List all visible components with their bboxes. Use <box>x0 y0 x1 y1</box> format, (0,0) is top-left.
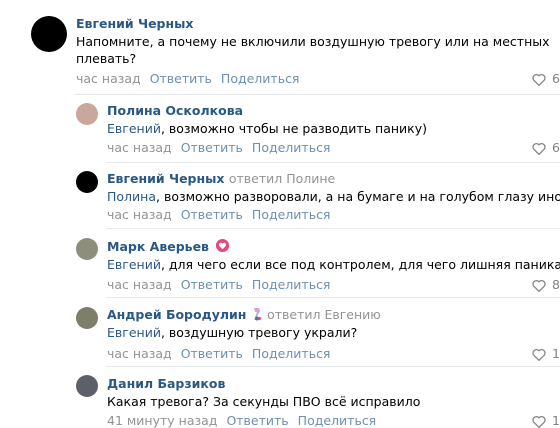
comment-author: Евгений Черных ответил Полине <box>107 171 335 186</box>
like-count: 6 <box>552 140 560 155</box>
donut-badge-icon <box>216 238 230 253</box>
heart-icon <box>532 142 546 155</box>
heart-icon <box>532 415 546 428</box>
comment-text-body: , возможно чтобы не разводить панику) <box>160 121 427 136</box>
comment-item: Евгений Черных Напомните, а почему не вк… <box>0 0 560 96</box>
like-button[interactable]: 1 <box>524 346 560 361</box>
share-link[interactable]: Поделиться <box>298 413 377 428</box>
comment-time[interactable]: час назад <box>107 346 172 361</box>
share-link[interactable]: Поделиться <box>252 277 331 292</box>
comment-author-link[interactable]: Марк Аверьев <box>107 239 209 254</box>
like-button[interactable]: 8 <box>524 277 560 292</box>
comment-author[interactable]: Данил Барзиков <box>107 376 225 391</box>
avatar[interactable] <box>76 103 98 125</box>
reply-link[interactable]: Ответить <box>181 140 243 155</box>
like-button[interactable]: 6 <box>524 71 560 86</box>
avatar[interactable] <box>76 375 98 397</box>
mention-link[interactable]: Евгений <box>107 257 161 272</box>
comment-time[interactable]: час назад <box>107 207 172 222</box>
comment-item: Полина Осколкова Евгений, возможно чтобы… <box>0 96 560 162</box>
avatar[interactable] <box>76 238 98 260</box>
avatar[interactable] <box>76 307 98 329</box>
reply-link[interactable]: Ответить <box>150 71 212 86</box>
comment-meta: час назад Ответить Поделиться <box>107 140 339 155</box>
comment-meta: 41 минуту назад Ответить Поделиться <box>107 413 385 428</box>
mention-link[interactable]: Полина <box>107 189 156 204</box>
heart-icon <box>532 73 546 86</box>
reply-link[interactable]: Ответить <box>181 277 243 292</box>
comment-text: Полина, возможно разворовали, а на бумаг… <box>107 188 560 205</box>
comment-item: Евгений Черных ответил Полине Полина, во… <box>0 163 560 228</box>
comment-item: Данил Барзиков Какая тревога? За секунды… <box>0 367 560 428</box>
avatar[interactable] <box>31 16 67 52</box>
like-button[interactable]: 1 <box>524 413 560 428</box>
comment-author[interactable]: Полина Осколкова <box>107 103 243 118</box>
comment-text: Какая тревога? За секунды ПВО всё исправ… <box>107 394 421 409</box>
like-count: 6 <box>552 71 560 86</box>
share-link[interactable]: Поделиться <box>221 71 300 86</box>
mention-link[interactable]: Евгений <box>107 325 161 340</box>
like-button[interactable]: 6 <box>524 140 560 155</box>
comment-text: Евгений, воздушную тревогу украли? <box>107 324 357 341</box>
comment-text-line: Напомните, а почему не включили воздушну… <box>76 34 550 49</box>
comment-meta: час назад Ответить Поделиться <box>76 71 308 86</box>
replied-to[interactable]: ответил Евгению <box>267 307 381 322</box>
avatar[interactable] <box>76 171 98 193</box>
heart-icon <box>532 279 546 292</box>
comment-text-body: , для чего если все под контролем, для ч… <box>160 257 560 272</box>
comment-meta: час назад Ответить Поделиться <box>107 207 339 222</box>
comment-meta: час назад Ответить Поделиться <box>107 346 339 361</box>
comment-time[interactable]: час назад <box>107 277 172 292</box>
reply-link[interactable]: Ответить <box>226 413 288 428</box>
comment-item: Андрей Бородулин ответил Евгению Евгений… <box>0 298 560 364</box>
reply-link[interactable]: Ответить <box>181 346 243 361</box>
mention-link[interactable]: Евгений <box>107 121 161 136</box>
comment-text-body: , возможно разворовали, а на бумаге и на… <box>156 189 560 204</box>
comment-author-link[interactable]: Евгений Черных <box>107 171 225 186</box>
comment-text-line: плевать? <box>76 51 137 66</box>
like-count: 1 <box>552 346 560 361</box>
reply-link[interactable]: Ответить <box>181 207 243 222</box>
comment-time[interactable]: час назад <box>76 71 141 86</box>
like-count: 8 <box>552 277 560 292</box>
heart-icon <box>532 348 546 361</box>
share-link[interactable]: Поделиться <box>252 346 331 361</box>
profile-badge-icon <box>253 308 261 321</box>
like-count: 1 <box>552 413 560 428</box>
comment-text: Евгений, для чего если все под контролем… <box>107 256 560 273</box>
comment-text: Напомните, а почему не включили воздушну… <box>76 33 550 67</box>
comment-time[interactable]: час назад <box>107 140 172 155</box>
divider <box>75 94 560 95</box>
share-link[interactable]: Поделиться <box>252 207 331 222</box>
comment-author-link[interactable]: Андрей Бородулин <box>107 307 246 322</box>
comment-author: Андрей Бородулин ответил Евгению <box>107 307 381 322</box>
comment-author: Марк Аверьев <box>107 238 230 254</box>
comment-text: Евгений, возможно чтобы не разводить пан… <box>107 120 427 137</box>
share-link[interactable]: Поделиться <box>252 140 331 155</box>
comment-item: Марк Аверьев Евгений, для чего если все … <box>0 229 560 295</box>
comment-meta: час назад Ответить Поделиться <box>107 277 339 292</box>
comment-time[interactable]: 41 минуту назад <box>107 413 217 428</box>
comment-author[interactable]: Евгений Черных <box>76 16 194 31</box>
comment-text-body: , воздушную тревогу украли? <box>160 325 358 340</box>
replied-to[interactable]: ответил Полине <box>229 171 335 186</box>
